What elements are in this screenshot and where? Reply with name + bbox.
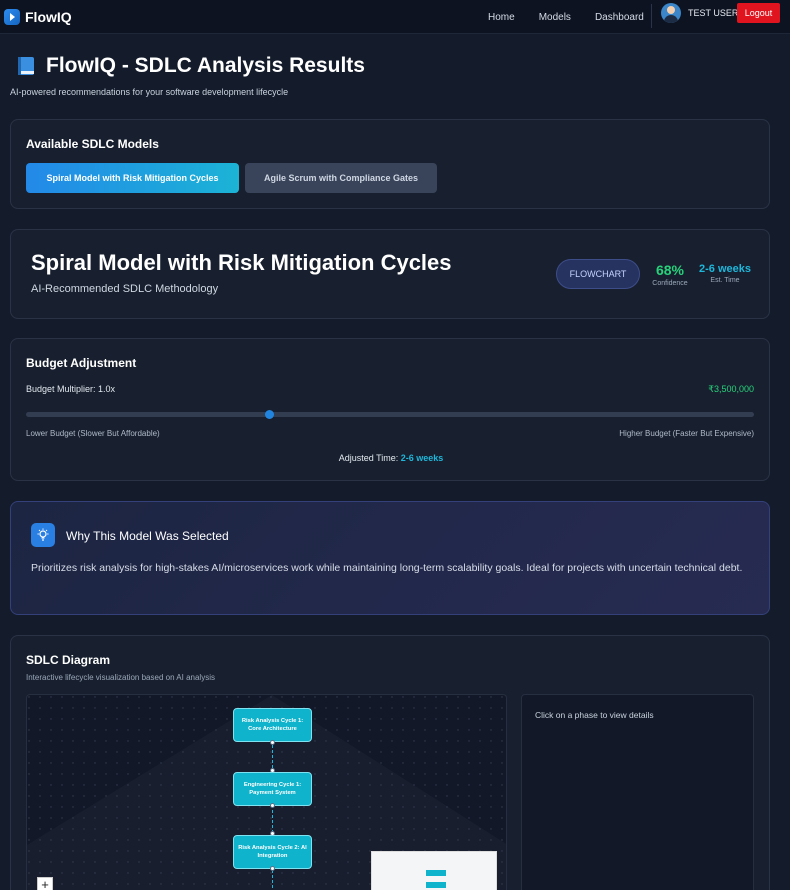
user-name: TEST USER xyxy=(688,8,739,18)
time-metric: 2-6 weeks Est. Time xyxy=(695,263,755,284)
budget-adjustment-card: Budget Adjustment Budget Multiplier: 1.0… xyxy=(10,338,770,481)
why-description: Prioritizes risk analysis for high-stake… xyxy=(31,562,743,574)
nav-links: Home Models Dashboard xyxy=(488,0,668,34)
why-selected-card: Why This Model Was Selected Prioritizes … xyxy=(10,501,770,615)
page-header: FlowIQ - SDLC Analysis Results xyxy=(16,54,365,78)
nav-link-home[interactable]: Home xyxy=(488,12,515,23)
diagram-subtitle: Interactive lifecycle visualization base… xyxy=(26,673,215,682)
flowiq-logo-icon xyxy=(4,8,20,25)
nav-divider xyxy=(651,4,652,28)
zoom-in-button[interactable]: + xyxy=(37,877,53,890)
page-subtitle: AI-powered recommendations for your soft… xyxy=(10,87,289,97)
details-hint: Click on a phase to view details xyxy=(535,710,654,720)
model-option-spiral[interactable]: Spiral Model with Risk Mitigation Cycles xyxy=(26,163,239,193)
adjusted-time-prefix: Adjusted Time: xyxy=(338,453,399,463)
connector-dot xyxy=(270,740,275,745)
confidence-label: Confidence xyxy=(652,280,688,287)
nav-link-models[interactable]: Models xyxy=(539,12,571,23)
budget-multiplier-label: Budget Multiplier: 1.0x xyxy=(26,384,116,394)
brand[interactable]: FlowIQ xyxy=(4,8,72,25)
recommended-model-card: Spiral Model with Risk Mitigation Cycles… xyxy=(10,229,770,319)
adjusted-time: Adjusted Time: 2-6 weeks xyxy=(11,453,771,463)
top-navbar: FlowIQ Home Models Dashboard TEST USER L… xyxy=(0,0,790,34)
flowchart-button[interactable]: FLOWCHART xyxy=(556,259,640,289)
phase-node-engineering-1[interactable]: Engineering Cycle 1: Payment System xyxy=(233,772,312,806)
budget-amount: ₹3,500,000 xyxy=(708,384,754,394)
connector-dot xyxy=(270,866,275,871)
budget-slider-thumb[interactable] xyxy=(265,410,275,419)
phase-node-risk-2[interactable]: Risk Analysis Cycle 2: AI Integration xyxy=(233,835,312,869)
confidence-value: 68% xyxy=(655,262,685,278)
lightbulb-icon xyxy=(31,523,55,547)
nav-link-dashboard[interactable]: Dashboard xyxy=(595,12,644,23)
time-label: Est. Time xyxy=(710,277,740,284)
logout-button[interactable]: Logout xyxy=(737,3,780,23)
why-title: Why This Model Was Selected xyxy=(66,529,229,543)
available-models-card: Available SDLC Models Spiral Model with … xyxy=(10,119,770,209)
budget-slider-track[interactable] xyxy=(26,412,754,417)
diagram-heading: SDLC Diagram xyxy=(26,653,111,667)
models-heading: Available SDLC Models xyxy=(26,137,159,151)
model-tagline: AI-Recommended SDLC Methodology xyxy=(31,283,219,295)
brand-name: FlowIQ xyxy=(25,8,72,25)
diagram-canvas[interactable]: Risk Analysis Cycle 1: Core Architecture… xyxy=(26,694,507,890)
model-name: Spiral Model with Risk Mitigation Cycles xyxy=(31,250,452,275)
budget-heading: Budget Adjustment xyxy=(26,356,137,370)
time-value: 2-6 weeks xyxy=(699,263,751,275)
connector-dot xyxy=(270,803,275,808)
diagram-minimap[interactable] xyxy=(371,851,497,890)
page-title: FlowIQ - SDLC Analysis Results xyxy=(46,54,365,77)
sdlc-diagram-card: SDLC Diagram Interactive lifecycle visua… xyxy=(10,635,770,890)
lower-budget-label: Lower Budget (Slower But Affordable) xyxy=(26,429,160,438)
adjusted-time-value: 2-6 weeks xyxy=(400,453,444,463)
higher-budget-label: Higher Budget (Faster But Expensive) xyxy=(619,429,754,438)
book-icon xyxy=(16,55,36,77)
user-menu[interactable]: TEST USER xyxy=(661,3,738,23)
phase-node-risk-1[interactable]: Risk Analysis Cycle 1: Core Architecture xyxy=(233,708,312,742)
confidence-metric: 68% Confidence xyxy=(645,262,695,287)
avatar xyxy=(661,3,681,23)
model-option-agile[interactable]: Agile Scrum with Compliance Gates xyxy=(245,163,437,193)
phase-details-panel: Click on a phase to view details xyxy=(521,694,754,890)
